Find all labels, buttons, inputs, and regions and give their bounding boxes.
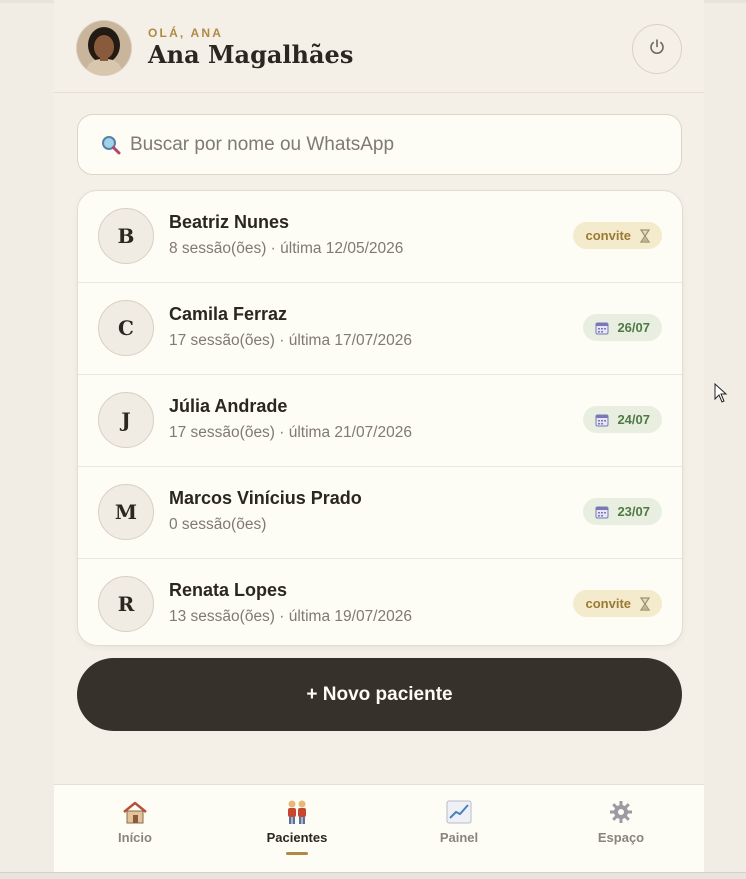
bottom-nav: Início Pacientes Painel Espaço (54, 784, 704, 873)
nav-label: Espaço (597, 830, 645, 845)
appointment-badge: 23/07 (583, 498, 662, 525)
avatar (77, 21, 131, 75)
app-container: OLÁ, ANA Ana Magalhães Buscar por nome o… (54, 0, 704, 873)
nav-label: Painel (439, 830, 479, 845)
patient-name: Júlia Andrade (169, 396, 288, 416)
power-icon (648, 38, 666, 61)
nav-item-painel[interactable]: Painel (378, 785, 540, 873)
invite-badge: convite (573, 222, 662, 249)
appointment-badge: 26/07 (583, 314, 662, 341)
patient-initial: C (98, 300, 154, 356)
new-patient-button[interactable]: + Novo paciente (77, 658, 682, 731)
patient-meta: 17 sessão(ões) · última 17/07/2026 (169, 332, 412, 349)
patient-initial: M (98, 484, 154, 540)
patient-name: Beatriz Nunes (169, 212, 290, 232)
nav-label: Pacientes (266, 830, 328, 845)
user-name: Ana Magalhães (148, 40, 354, 69)
patient-row[interactable]: J Júlia Andrade 17 sessão(ões) · última … (78, 375, 682, 467)
house-icon (121, 798, 149, 826)
patient-meta: 17 sessão(ões) · última 21/07/2026 (169, 424, 412, 441)
calendar-icon (595, 321, 609, 335)
patient-initial: J (98, 392, 154, 448)
invite-badge-label: convite (585, 596, 631, 611)
nav-item-inicio[interactable]: Início (54, 785, 216, 873)
mouse-cursor-icon (714, 382, 728, 408)
patient-row[interactable]: R Renata Lopes 13 sessão(ões) · última 1… (78, 559, 682, 645)
search-icon (100, 134, 122, 156)
patient-list: B Beatriz Nunes 8 sessão(ões) · última 1… (77, 190, 683, 646)
patient-meta: 13 sessão(ões) · última 19/07/2026 (169, 608, 412, 625)
patient-meta: 8 sessão(ões) · última 12/05/2026 (169, 240, 404, 257)
patient-row[interactable]: B Beatriz Nunes 8 sessão(ões) · última 1… (78, 191, 682, 283)
patient-name: Marcos Vinícius Prado (169, 488, 362, 508)
active-indicator (286, 852, 308, 855)
patient-meta: 0 sessão(ões) (169, 516, 267, 533)
greeting: OLÁ, ANA (148, 26, 224, 40)
calendar-icon (595, 505, 609, 519)
invite-badge-label: convite (585, 228, 631, 243)
chart-icon (445, 798, 473, 826)
patient-row[interactable]: M Marcos Vinícius Prado 0 sessão(ões) 23… (78, 467, 682, 559)
patient-initial: B (98, 208, 154, 264)
appointment-date: 24/07 (617, 412, 650, 427)
gear-icon (607, 798, 635, 826)
appointment-date: 23/07 (617, 504, 650, 519)
hourglass-icon (640, 228, 650, 243)
logout-button[interactable] (632, 24, 682, 74)
patient-initial: R (98, 576, 154, 632)
search-input[interactable]: Buscar por nome ou WhatsApp (77, 114, 682, 175)
nav-item-pacientes[interactable]: Pacientes (216, 785, 378, 873)
patient-name: Renata Lopes (169, 580, 288, 600)
search-placeholder: Buscar por nome ou WhatsApp (130, 133, 395, 155)
patient-row[interactable]: C Camila Ferraz 17 sessão(ões) · última … (78, 283, 682, 375)
appointment-badge: 24/07 (583, 406, 662, 433)
patient-name: Camila Ferraz (169, 304, 288, 324)
people-icon (283, 798, 311, 826)
calendar-icon (595, 413, 609, 427)
header: OLÁ, ANA Ana Magalhães (54, 0, 704, 93)
invite-badge: convite (573, 590, 662, 617)
appointment-date: 26/07 (617, 320, 650, 335)
hourglass-icon (640, 596, 650, 611)
nav-item-espaco[interactable]: Espaço (540, 785, 702, 873)
nav-label: Início (118, 830, 152, 845)
